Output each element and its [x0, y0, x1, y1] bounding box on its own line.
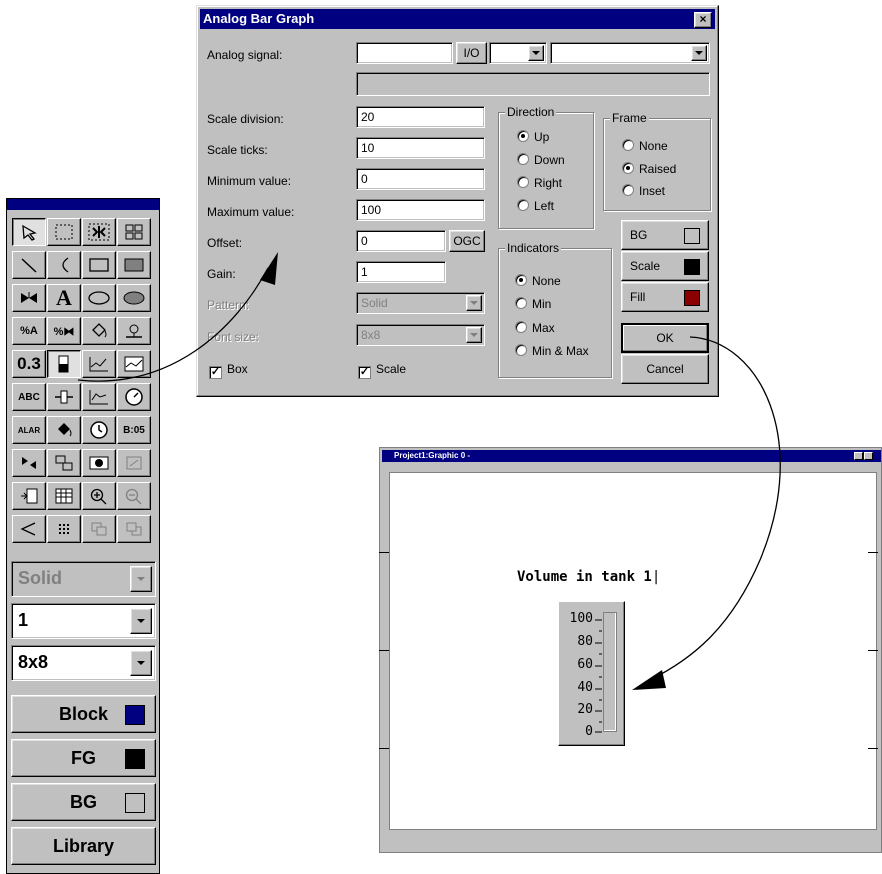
toolbox-to-dialog-arrow: [77, 267, 269, 382]
arrowhead-left-icon: [632, 670, 666, 690]
arrowhead-up-icon: [260, 252, 278, 285]
ok-to-graphic-arrow: [649, 336, 781, 681]
callout-arrows: [77, 252, 781, 690]
